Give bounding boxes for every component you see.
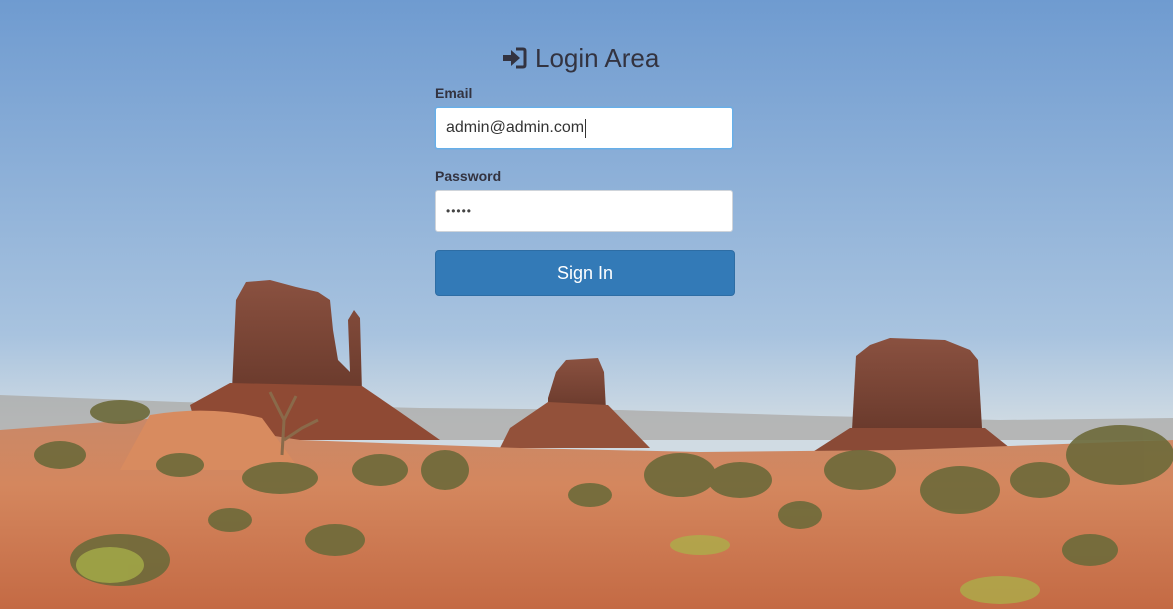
desert-background-image — [0, 0, 1173, 609]
login-title: Login Area — [503, 40, 733, 76]
email-label: Email — [435, 85, 473, 101]
text-caret — [585, 118, 587, 138]
password-label: Password — [435, 168, 502, 184]
email-input-value: admin@admin.com — [446, 119, 585, 136]
sign-in-icon — [503, 47, 527, 69]
email-input[interactable]: admin@admin.com — [435, 107, 733, 149]
password-mask: ••••• — [446, 204, 473, 218]
login-page: Login Area Email admin@admin.com Passwor… — [0, 0, 1173, 609]
sign-in-button[interactable]: Sign In — [435, 250, 735, 296]
password-input[interactable]: ••••• — [435, 190, 733, 232]
login-title-text: Login Area — [535, 42, 660, 73]
sign-in-button-label: Sign In — [556, 262, 614, 283]
